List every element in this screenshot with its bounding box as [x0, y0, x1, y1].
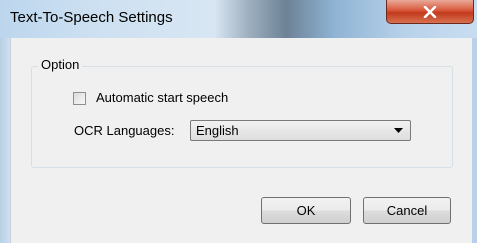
- ocr-languages-value: English: [196, 123, 239, 138]
- settings-dialog: Text-To-Speech Settings Option Automatic…: [0, 0, 477, 243]
- auto-speech-checkbox[interactable]: [73, 92, 86, 105]
- window-frame-right: [472, 38, 477, 243]
- option-groupbox: [31, 66, 453, 168]
- close-button[interactable]: [386, 0, 474, 24]
- window-title: Text-To-Speech Settings: [10, 9, 173, 26]
- cancel-button[interactable]: Cancel: [363, 197, 451, 224]
- window-frame-left: [0, 38, 10, 243]
- title-bar[interactable]: Text-To-Speech Settings: [0, 0, 477, 38]
- ok-button[interactable]: OK: [261, 197, 351, 224]
- auto-speech-label[interactable]: Automatic start speech: [96, 90, 228, 105]
- ocr-languages-label: OCR Languages:: [74, 123, 175, 138]
- chevron-down-icon: [394, 128, 403, 133]
- option-group-legend: Option: [38, 57, 83, 72]
- close-x-icon: [423, 5, 437, 18]
- dialog-body: Option Automatic start speech OCR Langua…: [10, 38, 472, 243]
- ocr-languages-dropdown[interactable]: English: [190, 120, 411, 141]
